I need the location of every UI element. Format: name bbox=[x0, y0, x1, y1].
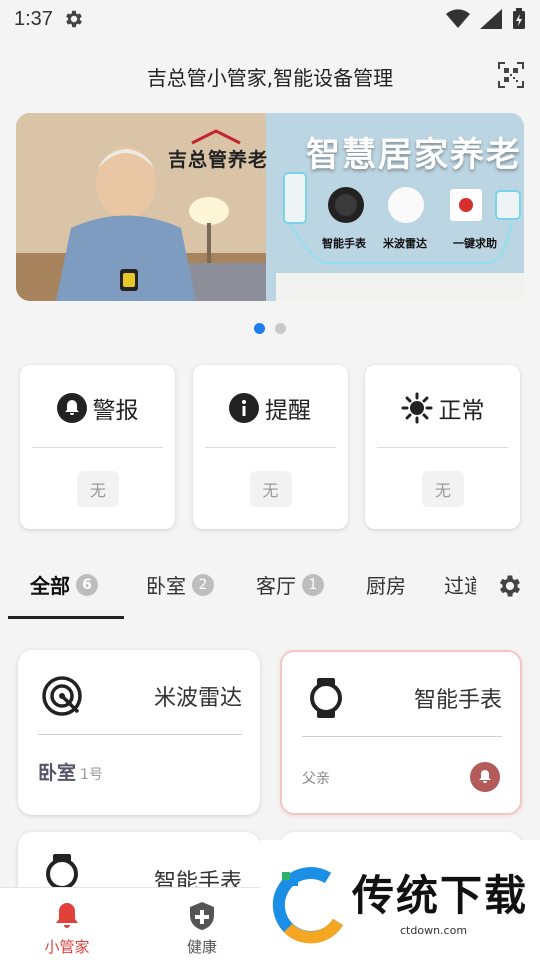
device-room-label: 卧室 bbox=[38, 762, 77, 784]
reminder-card-value: 无 bbox=[249, 471, 292, 507]
settings-gear-icon bbox=[66, 10, 82, 28]
banner-device-label: 米波雷达 bbox=[383, 237, 427, 250]
shield-plus-icon bbox=[190, 902, 214, 930]
device-name: 米波雷达 bbox=[153, 686, 242, 711]
tab-label: 卧室 bbox=[146, 574, 186, 598]
device-card-watch-alert[interactable]: 智能手表 父亲 bbox=[280, 650, 522, 815]
battery-icon bbox=[513, 8, 525, 29]
app-header: 吉总管小管家,智能设备管理 bbox=[0, 56, 540, 96]
tab-count-badge: 6 bbox=[76, 573, 98, 596]
tab-count-badge: 1 bbox=[302, 573, 324, 596]
watermark-url: ctdown.com bbox=[400, 924, 468, 937]
room-tabs: 全部 6 卧室 2 客厅 1 厨房 过道 bbox=[0, 560, 540, 622]
banner-device-label: 智能手表 bbox=[322, 237, 366, 250]
watch-icon bbox=[310, 678, 342, 718]
page-title: 吉总管小管家,智能设备管理 bbox=[146, 65, 394, 90]
banner-brand: 吉总管养老 bbox=[168, 149, 269, 171]
pager-dot[interactable] bbox=[275, 323, 286, 334]
divider bbox=[38, 734, 242, 735]
radar-icon bbox=[42, 676, 82, 716]
tab-living-room[interactable]: 客厅 1 bbox=[256, 570, 324, 599]
alarm-card-value: 无 bbox=[77, 471, 119, 507]
alarm-card-label: 警报 bbox=[92, 398, 139, 424]
qr-scan-icon[interactable] bbox=[498, 62, 524, 88]
sun-icon bbox=[401, 392, 432, 424]
status-summary: 警报 无 提醒 无 正常 无 bbox=[20, 365, 520, 529]
watermark-text: 传统下载 bbox=[352, 871, 529, 920]
status-time: 1:37 bbox=[14, 7, 53, 30]
bell-icon bbox=[56, 393, 87, 423]
normal-card-value: 无 bbox=[422, 471, 464, 507]
tab-label: 客厅 bbox=[256, 574, 296, 598]
nav-health-label: 健康 bbox=[186, 938, 217, 956]
info-icon bbox=[229, 393, 259, 423]
tab-count-badge: 2 bbox=[192, 573, 214, 596]
device-name: 智能手表 bbox=[413, 688, 502, 713]
cell-signal-icon bbox=[480, 9, 502, 29]
promo-banner[interactable]: 吉总管养老 智慧居家养老 智能手表 米波雷达 一键求助 bbox=[16, 113, 524, 301]
bell-icon bbox=[56, 903, 78, 928]
alert-bell-badge[interactable] bbox=[470, 762, 500, 792]
banner-headline: 智慧居家养老 bbox=[306, 135, 522, 175]
bell-icon bbox=[479, 770, 491, 783]
watermark-logo bbox=[272, 867, 344, 944]
watermark: 传统下载 ctdown.com bbox=[260, 840, 540, 960]
device-card-radar[interactable]: 米波雷达 卧室 1号 bbox=[18, 650, 260, 815]
divider bbox=[204, 447, 336, 448]
normal-card-label: 正常 bbox=[438, 398, 485, 424]
device-room-number: 1号 bbox=[80, 767, 103, 783]
reminder-card[interactable]: 提醒 无 bbox=[192, 365, 348, 529]
banner-pager bbox=[0, 323, 540, 334]
device-owner: 父亲 bbox=[302, 771, 330, 787]
divider bbox=[377, 447, 508, 448]
room-settings-gear-icon[interactable] bbox=[496, 572, 524, 600]
tab-label: 过道 bbox=[444, 574, 476, 598]
nav-home-label: 小管家 bbox=[44, 938, 90, 956]
app-screen: 1:37 吉总管小管家,智能设备管理 吉总管养老 智慧居家养老 智能手表 米波雷… bbox=[0, 0, 540, 960]
normal-card[interactable]: 正常 无 bbox=[365, 365, 520, 529]
alarm-card[interactable]: 警报 无 bbox=[20, 365, 175, 529]
tab-hallway[interactable]: 过道 bbox=[444, 570, 476, 599]
nav-health[interactable]: 健康 bbox=[162, 900, 242, 957]
tab-label: 厨房 bbox=[366, 574, 406, 598]
pager-dot-active[interactable] bbox=[254, 323, 265, 334]
nav-home[interactable]: 小管家 bbox=[27, 900, 107, 957]
tab-all[interactable]: 全部 6 bbox=[30, 570, 98, 599]
tab-label: 全部 bbox=[30, 574, 70, 598]
status-bar: 1:37 bbox=[0, 0, 540, 38]
active-tab-indicator bbox=[8, 616, 124, 619]
tab-kitchen[interactable]: 厨房 bbox=[366, 570, 406, 599]
wifi-icon bbox=[446, 9, 470, 28]
divider bbox=[32, 447, 163, 448]
banner-device-label: 一键求助 bbox=[453, 237, 497, 250]
reminder-card-label: 提醒 bbox=[265, 398, 311, 424]
device-room: 卧室 1号 bbox=[38, 758, 103, 785]
tab-bedroom[interactable]: 卧室 2 bbox=[146, 570, 214, 599]
divider bbox=[302, 736, 502, 737]
